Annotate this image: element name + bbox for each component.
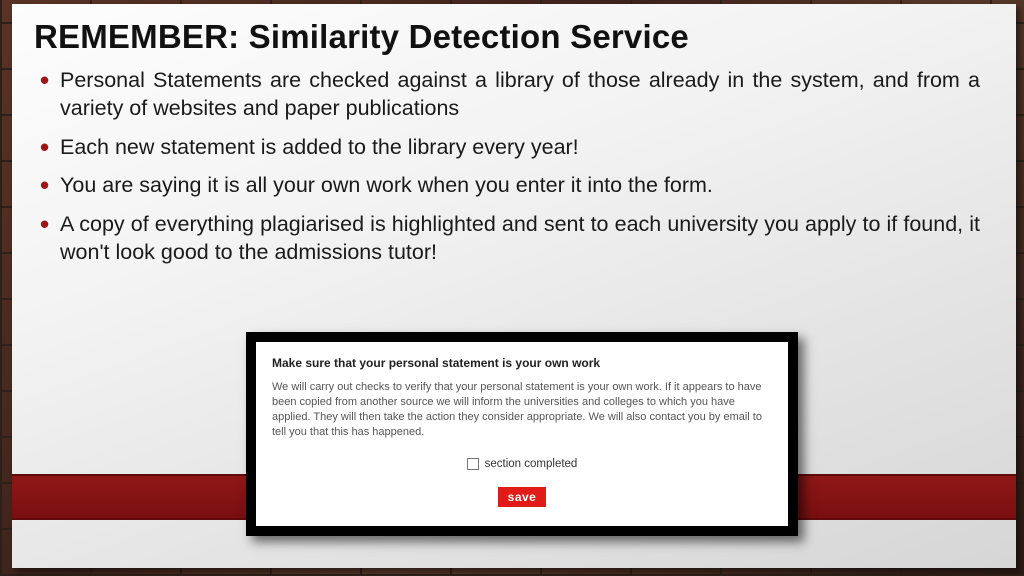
bullet-item: Personal Statements are checked against …	[40, 66, 980, 123]
save-button[interactable]: save	[498, 487, 546, 507]
bullet-list: Personal Statements are checked against …	[40, 66, 980, 276]
section-completed-label: section completed	[485, 458, 578, 470]
slide-title: REMEMBER: Similarity Detection Service	[34, 18, 689, 56]
section-completed-checkbox[interactable]	[467, 458, 479, 470]
bullet-item: A copy of everything plagiarised is high…	[40, 210, 980, 267]
panel-controls: section completed save	[272, 457, 772, 507]
panel-heading: Make sure that your personal statement i…	[272, 356, 772, 370]
bullet-item: Each new statement is added to the libra…	[40, 133, 980, 161]
panel-body-text: We will carry out checks to verify that …	[272, 380, 772, 439]
embedded-form: Make sure that your personal statement i…	[256, 342, 788, 526]
slide-card: REMEMBER: Similarity Detection Service P…	[12, 4, 1016, 568]
title-rest: Similarity Detection Service	[239, 18, 689, 55]
embedded-form-panel: Make sure that your personal statement i…	[246, 332, 798, 536]
slide-stage: REMEMBER: Similarity Detection Service P…	[0, 0, 1024, 576]
title-lead: REMEMBER:	[34, 18, 239, 55]
bullet-item: You are saying it is all your own work w…	[40, 171, 980, 199]
section-completed-row[interactable]: section completed	[467, 458, 578, 470]
